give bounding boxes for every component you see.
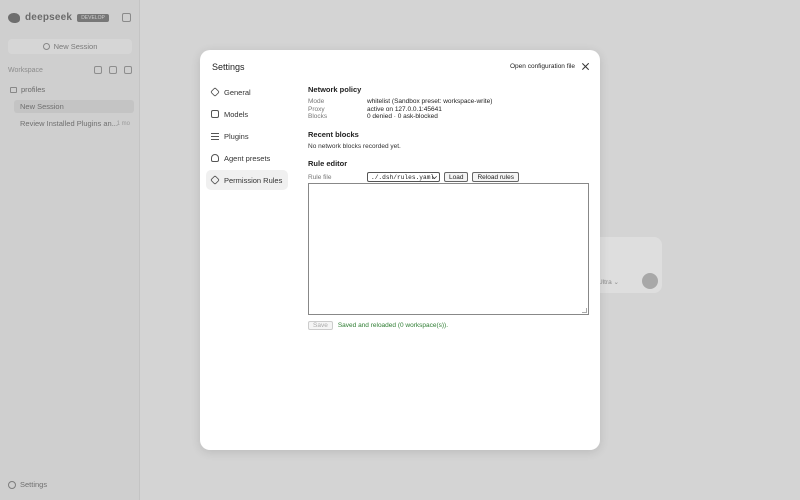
rule-editor-textarea[interactable] — [308, 183, 589, 316]
policy-row-blocks: Blocks 0 denied · 0 ask-blocked — [308, 113, 593, 121]
rule-editor-title: Rule editor — [308, 159, 348, 169]
policy-value: 0 denied · 0 ask-blocked — [367, 113, 438, 121]
save-status: Saved and reloaded (0 workspace(s)). — [337, 322, 449, 330]
dialog-title: Settings — [212, 62, 245, 72]
policy-row-mode: Mode whitelist (Sandbox preset: workspac… — [308, 98, 593, 106]
rule-file-row: Rule file ./.dsh/rules.yaml Load Reload … — [308, 172, 593, 183]
nav-item-label: General — [224, 87, 251, 97]
rule-file-select[interactable]: ./.dsh/rules.yaml — [367, 172, 440, 183]
policy-row-proxy: Proxy active on 127.0.0.1:45641 — [308, 106, 593, 114]
policy-value: active on 127.0.0.1:45641 — [367, 105, 442, 113]
policy-value: whitelist (Sandbox preset: workspace-wri… — [367, 98, 493, 105]
rule-file-label: Rule file — [308, 173, 332, 181]
nav-item-label: Models — [224, 109, 249, 119]
settings-dialog: Settings Open configuration file General… — [200, 50, 600, 450]
settings-nav: General Models Plugins Agent presets Per… — [206, 82, 288, 192]
load-button[interactable]: Load — [444, 172, 469, 183]
hexagon-icon — [210, 87, 220, 97]
nav-item-general[interactable]: General — [206, 82, 288, 102]
nav-item-label: Agent presets — [224, 153, 271, 163]
policy-key: Proxy — [308, 105, 325, 113]
policy-key: Blocks — [308, 113, 328, 121]
network-policy-title: Network policy — [308, 85, 362, 94]
agent-icon — [211, 154, 219, 162]
nav-item-models[interactable]: Models — [206, 104, 288, 124]
save-button[interactable]: Save — [308, 321, 333, 331]
nav-item-plugins[interactable]: Plugins — [206, 126, 288, 146]
rule-file-value: ./.dsh/rules.yaml — [371, 173, 435, 181]
close-icon[interactable] — [581, 62, 590, 71]
nav-item-agent-presets[interactable]: Agent presets — [206, 148, 288, 168]
reload-rules-button[interactable]: Reload rules — [472, 172, 519, 183]
open-config-button[interactable]: Open configuration file — [506, 61, 580, 72]
save-row: Save Saved and reloaded (0 workspace(s))… — [308, 321, 593, 331]
settings-content: Network policy Mode whitelist (Sandbox p… — [308, 85, 593, 331]
recent-blocks-title: Recent blocks — [308, 130, 359, 140]
resize-grip-icon[interactable] — [582, 308, 587, 314]
models-icon — [211, 110, 219, 118]
nav-item-label: Plugins — [224, 131, 249, 141]
policy-key: Mode — [308, 98, 325, 105]
shield-icon — [210, 175, 220, 185]
recent-blocks-empty: No network blocks recorded yet. — [308, 143, 401, 151]
sliders-icon — [211, 132, 219, 140]
nav-item-label: Permission Rules — [224, 175, 283, 185]
nav-item-permission-rules[interactable]: Permission Rules — [206, 170, 288, 190]
